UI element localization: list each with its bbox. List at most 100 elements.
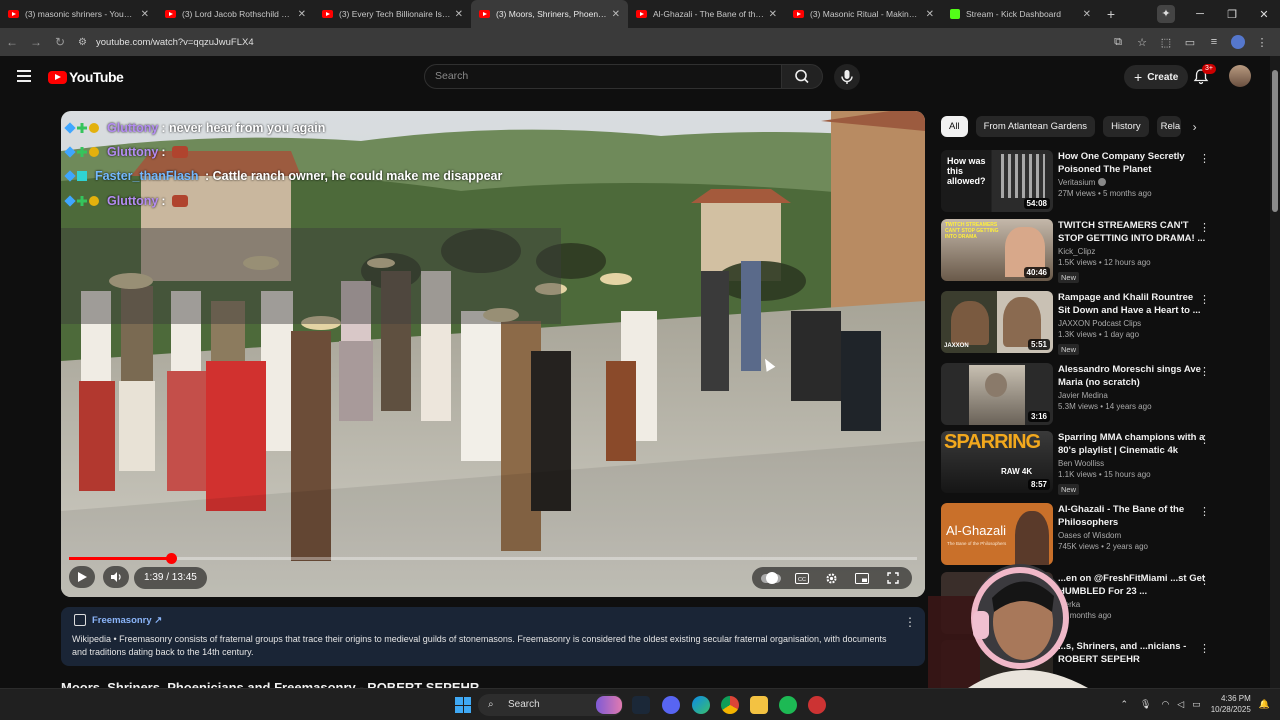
video-thumbnail[interactable]: TWITCH STREAMERS CAN'T STOP GETTING INTO… — [941, 219, 1053, 281]
more-actions-icon[interactable]: ⋮ — [1199, 505, 1210, 518]
channel-name[interactable]: Ben Woolliss — [1058, 459, 1206, 468]
more-actions-icon[interactable]: ⋮ — [1199, 221, 1210, 234]
video-player[interactable]: Gluttony: never hear from you again Glut… — [61, 111, 925, 597]
close-tab-icon[interactable]: ✕ — [141, 9, 149, 20]
browser-tab[interactable]: (3) Masonic Ritual - Making Of ✕ — [785, 0, 942, 28]
video-thumbnail[interactable]: 3:16 — [941, 363, 1053, 425]
chip-history[interactable]: History — [1103, 116, 1149, 137]
channel-name[interactable]: Javier Medina — [1058, 391, 1206, 400]
chrome-icon[interactable] — [721, 696, 739, 714]
channel-name[interactable]: Veritasium — [1058, 178, 1095, 187]
browser-tab[interactable]: Stream - Kick Dashboard ✕ — [942, 0, 1099, 28]
browser-tab[interactable]: (3) masonic shriners - YouTube ✕ — [0, 0, 157, 28]
recommendation-item[interactable]: How was this allowed? 54:08 How One Comp… — [941, 150, 1231, 212]
browser-tab[interactable]: (3) Every Tech Billionaire Is Ha ✕ — [314, 0, 471, 28]
close-tab-icon[interactable]: ✕ — [1083, 9, 1091, 20]
browser-profile-avatar[interactable] — [1231, 35, 1245, 49]
volume-button[interactable] — [103, 566, 129, 588]
recommendation-item[interactable]: JAXXON 5:51 Rampage and Khalil Rountree … — [941, 291, 1231, 355]
reload-icon[interactable]: ↻ — [48, 35, 72, 49]
wifi-icon[interactable]: ◠ — [1161, 699, 1169, 710]
notification-center-icon[interactable]: 🔔 — [1259, 699, 1270, 710]
site-info-icon[interactable]: ⚙ — [78, 37, 90, 48]
battery-icon[interactable]: ▭ — [1192, 699, 1201, 710]
chip-related[interactable]: Rela — [1156, 116, 1181, 137]
play-button[interactable] — [69, 566, 95, 588]
page-scrollbar[interactable] — [1270, 56, 1280, 688]
create-button[interactable]: + Create — [1124, 65, 1189, 89]
duration-badge: 5:51 — [1027, 339, 1050, 350]
chip-from-channel[interactable]: From Atlantean Gardens — [975, 116, 1096, 137]
recommendation-item[interactable]: SPARRING RAW 4K 8:57 Sparring MMA champi… — [941, 431, 1231, 495]
miniplayer-button[interactable] — [851, 570, 873, 586]
windows-start-icon[interactable] — [455, 697, 471, 713]
side-panel-icon[interactable]: ▭ — [1178, 36, 1202, 49]
extensions-icon[interactable]: ⬚ — [1154, 36, 1178, 49]
media-controls-icon[interactable]: ≡ — [1202, 36, 1226, 48]
more-actions-icon[interactable]: ⋮ — [1199, 574, 1210, 587]
widgets-icon[interactable] — [596, 696, 622, 714]
app-icon[interactable] — [808, 696, 826, 714]
chevron-right-icon[interactable]: › — [1193, 120, 1197, 134]
recommendation-item[interactable]: TWITCH STREAMERS CAN'T STOP GETTING INTO… — [941, 219, 1231, 283]
restore-icon[interactable]: ❐ — [1216, 8, 1248, 21]
more-actions-icon[interactable]: ⋮ — [1199, 293, 1210, 306]
install-app-icon[interactable]: ⧉ — [1106, 36, 1130, 49]
forward-icon[interactable]: → — [24, 35, 48, 49]
chip-all[interactable]: All — [941, 116, 968, 137]
channel-name[interactable]: JAXXON Podcast Clips — [1058, 319, 1206, 328]
search-input[interactable]: Search — [424, 64, 782, 89]
more-actions-icon[interactable]: ⋮ — [1199, 152, 1210, 165]
menu-icon[interactable] — [17, 70, 31, 82]
microphone-tray-icon[interactable]: 🎙 — [1140, 699, 1151, 710]
bookmark-star-icon[interactable]: ☆ — [1130, 36, 1154, 49]
browser-menu-icon[interactable]: ⋮ — [1250, 36, 1274, 49]
scrollbar-thumb[interactable] — [1272, 70, 1278, 212]
voice-search-button[interactable] — [834, 64, 860, 90]
close-tab-icon[interactable]: ✕ — [612, 9, 620, 20]
video-thumbnail[interactable]: How was this allowed? 54:08 — [941, 150, 1053, 212]
clock[interactable]: 4:36 PM 10/28/2025 — [1211, 693, 1251, 715]
browser-tab-active[interactable]: (3) Moors, Shriners, Phoenicia ✕ — [471, 0, 628, 28]
scrubber-handle[interactable] — [165, 553, 177, 564]
notifications-button[interactable]: 3+ — [1192, 64, 1216, 86]
tab-search-icon[interactable]: ✦ — [1157, 5, 1175, 23]
autoplay-toggle[interactable] — [760, 570, 782, 586]
back-icon[interactable]: ← — [0, 35, 24, 49]
video-thumbnail[interactable]: JAXXON 5:51 — [941, 291, 1053, 353]
more-actions-icon[interactable]: ⋮ — [1199, 365, 1210, 378]
edge-icon[interactable] — [692, 696, 710, 714]
more-actions-icon[interactable]: ⋮ — [1199, 642, 1210, 655]
more-actions-icon[interactable]: ⋮ — [1199, 433, 1210, 446]
new-tab-button[interactable]: + — [1099, 6, 1123, 22]
channel-name[interactable]: Oases of Wisdom — [1058, 531, 1206, 540]
info-source-link[interactable]: Freemasonry ↗ — [92, 615, 162, 626]
progress-bar[interactable] — [69, 553, 917, 564]
chevron-up-icon[interactable]: ⌃ — [1120, 699, 1128, 710]
youtube-favicon-icon — [479, 10, 490, 18]
recommendation-item[interactable]: 3:16 Alessandro Moreschi sings Ave Maria… — [941, 363, 1231, 425]
close-window-icon[interactable]: ✕ — [1248, 8, 1280, 21]
close-tab-icon[interactable]: ✕ — [298, 9, 306, 20]
close-tab-icon[interactable]: ✕ — [769, 9, 777, 20]
speaker-icon[interactable]: ◁ — [1177, 699, 1184, 710]
browser-tab[interactable]: Al-Ghazali - The Bane of the Pl ✕ — [628, 0, 785, 28]
file-explorer-icon[interactable] — [750, 696, 768, 714]
minimize-icon[interactable]: ─ — [1184, 8, 1216, 20]
info-menu-icon[interactable]: ⋮ — [904, 615, 916, 629]
search-button[interactable] — [781, 64, 823, 89]
channel-name[interactable]: Kick_Clipz — [1058, 247, 1206, 256]
video-thumbnail[interactable]: SPARRING RAW 4K 8:57 — [941, 431, 1053, 493]
settings-button[interactable] — [821, 570, 843, 586]
subtitles-button[interactable]: CC — [791, 570, 813, 586]
fullscreen-button[interactable] — [882, 570, 904, 586]
discord-icon[interactable] — [662, 696, 680, 714]
url-field[interactable]: ⚙ youtube.com/watch?v=qqzuJwuFLX4 — [78, 37, 254, 48]
steam-icon[interactable] — [632, 696, 650, 714]
close-tab-icon[interactable]: ✕ — [455, 9, 463, 20]
account-avatar[interactable] — [1229, 65, 1251, 87]
spotify-icon[interactable] — [779, 696, 797, 714]
browser-tab[interactable]: (3) Lord Jacob Rothschild Con ✕ — [157, 0, 314, 28]
youtube-logo[interactable]: YouTube — [48, 69, 124, 85]
close-tab-icon[interactable]: ✕ — [926, 9, 934, 20]
